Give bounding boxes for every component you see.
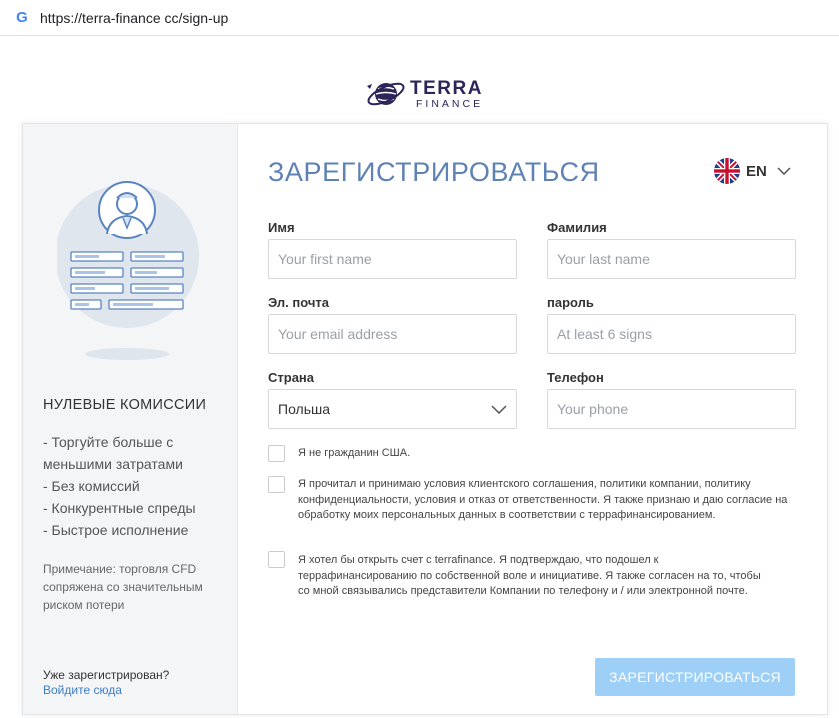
benefits-panel: НУЛЕВЫЕ КОМИССИИ - Торгуйте больше с мен…: [23, 124, 238, 714]
google-icon: G: [16, 9, 28, 26]
consent-checkbox[interactable]: [268, 551, 285, 568]
browser-address-bar[interactable]: G https://terra-finance cc/sign-up: [0, 0, 839, 36]
logo-finance-text: FINANCE: [416, 97, 484, 110]
email-input[interactable]: [268, 314, 517, 354]
signup-card: НУЛЕВЫЕ КОМИССИИ - Торгуйте больше с мен…: [22, 123, 828, 715]
login-link[interactable]: Войдите сюда: [43, 683, 122, 697]
already-registered-text: Уже зарегистрирован?: [43, 668, 170, 682]
chevron-down-icon: [491, 404, 507, 414]
email-label: Эл. почта: [268, 295, 330, 310]
language-selector[interactable]: EN: [714, 158, 791, 184]
terms-text: Я прочитал и принимаю условия клиентског…: [298, 478, 788, 521]
us-citizen-checkbox[interactable]: [268, 445, 285, 462]
language-code: EN: [746, 162, 767, 180]
first-name-label: Имя: [268, 220, 295, 235]
benefits-list: - Торгуйте больше с меньшими затратами -…: [43, 431, 196, 541]
list-item: меньшими затратами: [43, 456, 183, 472]
first-name-input[interactable]: [268, 239, 517, 279]
consent-text: Я хотел бы открыть счет с terrafinance. …: [298, 554, 761, 597]
password-label: пароль: [547, 295, 594, 310]
list-item: - Быстрое исполнение: [43, 522, 189, 538]
terra-finance-logo[interactable]: TERRA FINANCE: [364, 76, 483, 112]
logo-terra-text: TERRA: [410, 77, 483, 99]
register-button[interactable]: ЗАРЕГИСТРИРОВАТЬСЯ: [595, 658, 795, 696]
chevron-down-icon: [777, 167, 791, 175]
phone-input[interactable]: [547, 389, 796, 429]
risk-note: Примечание: торговля CFD сопряжена со зн…: [43, 562, 203, 612]
phone-label: Телефон: [547, 370, 604, 385]
terms-checkbox[interactable]: [268, 476, 285, 493]
profile-form-illustration-icon: [57, 181, 199, 360]
last-name-input[interactable]: [547, 239, 796, 279]
globe-logo-icon: [367, 82, 405, 106]
url-text[interactable]: https://terra-finance cc/sign-up: [40, 10, 228, 26]
last-name-label: Фамилия: [547, 220, 607, 235]
uk-flag-icon: [714, 158, 740, 184]
us-citizen-text: Я не гражданин США.: [298, 447, 411, 459]
country-label: Страна: [268, 370, 315, 385]
list-item: - Без комиссий: [43, 478, 140, 494]
list-item: - Конкурентные спреды: [43, 500, 196, 516]
benefits-title: НУЛЕВЫЕ КОМИССИИ: [43, 397, 207, 413]
page-title: ЗАРЕГИСТРИРОВАТЬСЯ: [268, 157, 600, 187]
list-item: - Торгуйте больше с: [43, 434, 174, 450]
country-value: Польша: [278, 401, 331, 417]
country-select[interactable]: Польша: [268, 389, 517, 429]
password-input[interactable]: [547, 314, 796, 354]
